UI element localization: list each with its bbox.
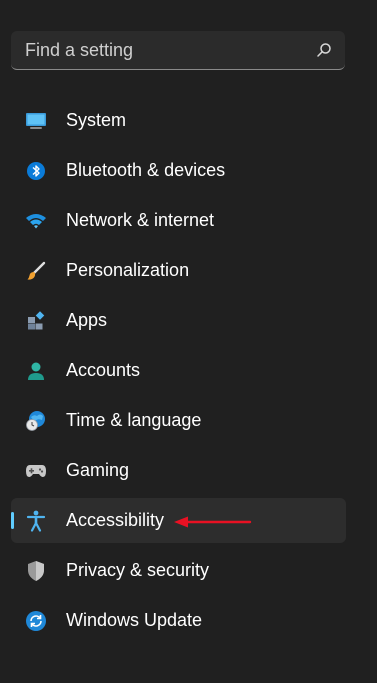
nav-item-system[interactable]: System: [11, 98, 346, 143]
globe-clock-icon: [24, 409, 48, 433]
nav-item-apps[interactable]: Apps: [11, 298, 346, 343]
nav-item-label: Time & language: [66, 410, 202, 430]
nav-item-label: System: [66, 110, 127, 130]
bluetooth-icon: [24, 159, 48, 183]
apps-icon: [24, 309, 48, 333]
selection-indicator: [11, 512, 14, 529]
annotation-arrow-icon: [174, 516, 252, 528]
nav-item-label: Privacy & security: [66, 560, 210, 580]
nav-item-network-internet[interactable]: Network & internet: [11, 198, 346, 243]
gamepad-icon: [24, 459, 48, 483]
settings-nav: System Bluetooth & devices Network & int…: [11, 98, 346, 648]
nav-item-label: Personalization: [66, 260, 190, 280]
nav-item-privacy-security[interactable]: Privacy & security: [11, 548, 346, 593]
nav-item-personalization[interactable]: Personalization: [11, 248, 346, 293]
nav-item-label: Bluetooth & devices: [66, 160, 226, 180]
system-monitor-icon: [24, 109, 48, 133]
nav-item-label: Windows Update: [66, 610, 203, 630]
nav-item-bluetooth-devices[interactable]: Bluetooth & devices: [11, 148, 346, 193]
nav-item-label: Accessibility: [66, 510, 165, 530]
nav-item-accounts[interactable]: Accounts: [11, 348, 346, 393]
nav-item-label: Apps: [66, 310, 108, 330]
nav-item-gaming[interactable]: Gaming: [11, 448, 346, 493]
nav-item-label: Gaming: [66, 460, 130, 480]
wifi-icon: [24, 209, 48, 233]
search-input[interactable]: Find a setting: [25, 40, 313, 61]
search-icon[interactable]: [313, 39, 335, 61]
update-icon: [24, 609, 48, 633]
nav-item-windows-update[interactable]: Windows Update: [11, 598, 346, 643]
accessibility-icon: [24, 509, 48, 533]
paintbrush-icon: [24, 259, 48, 283]
search-box[interactable]: Find a setting: [11, 31, 345, 70]
nav-item-time-language[interactable]: Time & language: [11, 398, 346, 443]
shield-icon: [24, 559, 48, 583]
nav-item-label: Network & internet: [66, 210, 215, 230]
nav-item-label: Accounts: [66, 360, 141, 380]
person-icon: [24, 359, 48, 383]
